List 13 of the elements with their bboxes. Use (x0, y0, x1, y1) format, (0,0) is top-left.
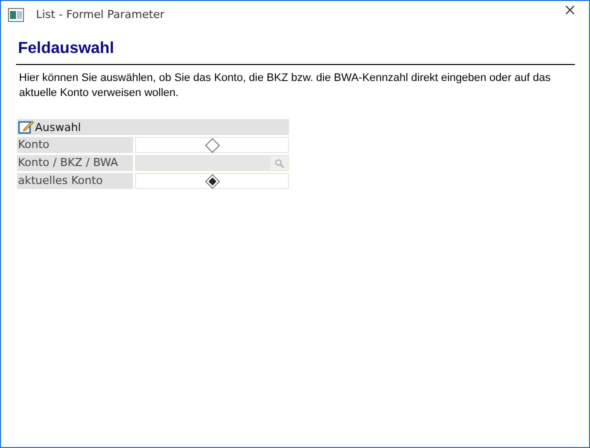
edit-note-icon (18, 120, 34, 134)
description-text: Hier können Sie auswählen, ob Sie das Konto, die BKZ bzw. die BWA-Kennzahl direkt eingeben oder auf das aktuelle Konto verweisen wollen. (18, 71, 552, 101)
radio-button[interactable] (204, 174, 220, 188)
radio-button[interactable] (204, 138, 220, 152)
window-title: List - Formel Parameter (36, 8, 164, 21)
page-heading: Feldauswahl (17, 40, 116, 59)
field-label: aktuelles Konto (17, 173, 133, 189)
field-label: Konto / BKZ / BWA (17, 155, 133, 171)
section-title: Auswahl (35, 120, 81, 134)
search-icon (274, 158, 284, 168)
app-icon (8, 8, 24, 22)
field-label: Konto (17, 137, 133, 153)
close-icon[interactable] (565, 4, 575, 14)
